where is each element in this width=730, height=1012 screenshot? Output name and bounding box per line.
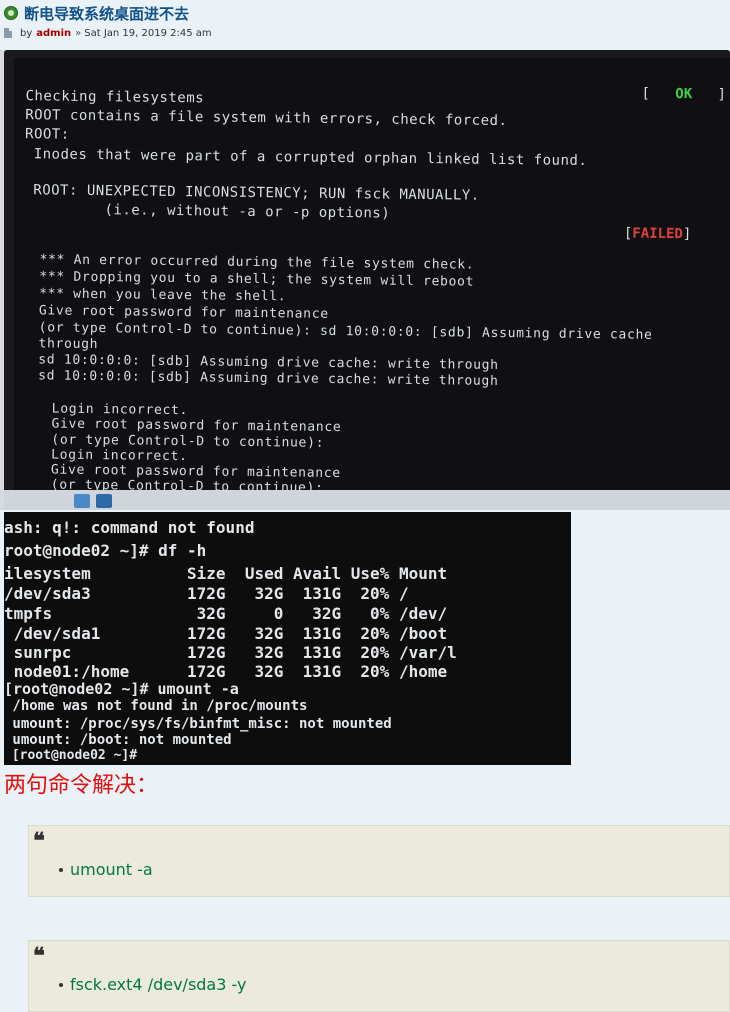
console-line: /home was not found in /proc/mounts — [4, 698, 308, 714]
console-line: Login incorrect. — [51, 447, 188, 465]
quote-icon: ❝ — [33, 828, 45, 854]
console-line: ROOT: UNEXPECTED INCONSISTENCY; RUN fsck… — [24, 182, 480, 204]
console-line: ROOT: — [24, 126, 70, 143]
console-line: root@node02 ~]# df -h — [4, 541, 207, 560]
bullet-icon — [59, 982, 63, 987]
quote-block: ❝ fsck.ext4 /dev/sda3 -y — [28, 940, 730, 1012]
quote-icon: ❝ — [33, 943, 45, 969]
author-link[interactable]: admin — [36, 28, 71, 39]
topic-icon — [4, 6, 18, 20]
console-line: Login incorrect. — [51, 401, 189, 419]
console-line: ash: q!: command not found — [4, 518, 255, 537]
monitor-frame: [ OK ] Checking filesystems ROOT contain… — [4, 50, 730, 510]
taskbar-app-icon — [74, 494, 90, 508]
post-title-row: 断电导致系统桌面进不去 — [4, 2, 189, 24]
console-line: sunrpc 172G 32G 131G 20% /var/l — [4, 643, 457, 662]
console-line: Checking filesystems — [25, 88, 205, 107]
separator: » — [75, 27, 82, 39]
failed-status: [FAILED] — [623, 225, 692, 243]
console-photo-2: ash: q!: command not found root@node02 ~… — [4, 512, 571, 765]
quote-block: ❝ umount -a — [28, 825, 730, 897]
console-line: (or type Control-D to continue): sd 10:0… — [38, 320, 653, 343]
by-label: by — [20, 27, 33, 39]
console-line: [root@node02 ~]# — [4, 748, 138, 763]
list-item: umount -a — [59, 860, 153, 879]
console-line: (i.e., without -a or -p options) — [24, 201, 391, 222]
solution-heading: 两句命令解决： — [4, 773, 159, 798]
ok-status: [ OK ] — [641, 85, 727, 103]
taskbar-app-icon — [96, 494, 112, 508]
console-line: Give root password for maintenance — [38, 303, 329, 322]
console-screen: [ OK ] Checking filesystems ROOT contain… — [14, 58, 730, 490]
command-text: umount -a — [70, 860, 153, 879]
console-line: node01:/home 172G 32G 131G 20% /home — [4, 662, 448, 681]
console-line: umount: /proc/sys/fs/binfmt_misc: not mo… — [4, 716, 392, 732]
taskbar — [4, 490, 730, 510]
post-meta: by admin » Sat Jan 19, 2019 2:45 am — [4, 26, 212, 40]
console-line: ilesystem Size Used Avail Use% Mount — [4, 564, 448, 583]
console-line: /dev/sda3 172G 32G 131G 20% / — [4, 584, 409, 603]
list-item: fsck.ext4 /dev/sda3 -y — [59, 975, 246, 994]
console-line: /dev/sda1 172G 32G 131G 20% /boot — [4, 624, 448, 643]
console-line: umount: /boot: not mounted — [4, 732, 232, 748]
post-title[interactable]: 断电导致系统桌面进不去 — [24, 3, 189, 24]
console-photo-1: [ OK ] Checking filesystems ROOT contain… — [0, 50, 730, 510]
console-line: Inodes that were part of a corrupted orp… — [24, 146, 588, 170]
console-line: through — [38, 336, 99, 353]
post-date: Sat Jan 19, 2019 2:45 am — [84, 27, 212, 39]
console-line: (or type Control-D to continue): — [50, 477, 324, 490]
console-line: *** when you leave the shell. — [39, 286, 287, 305]
post-icon[interactable] — [4, 28, 12, 38]
bullet-icon — [59, 867, 63, 872]
console-line: tmpfs 32G 0 32G 0% /dev/ — [4, 604, 448, 623]
console-line: ROOT contains a file system with errors,… — [25, 107, 508, 130]
console-line: [root@node02 ~]# umount -a — [4, 680, 239, 698]
command-text: fsck.ext4 /dev/sda3 -y — [70, 975, 247, 994]
